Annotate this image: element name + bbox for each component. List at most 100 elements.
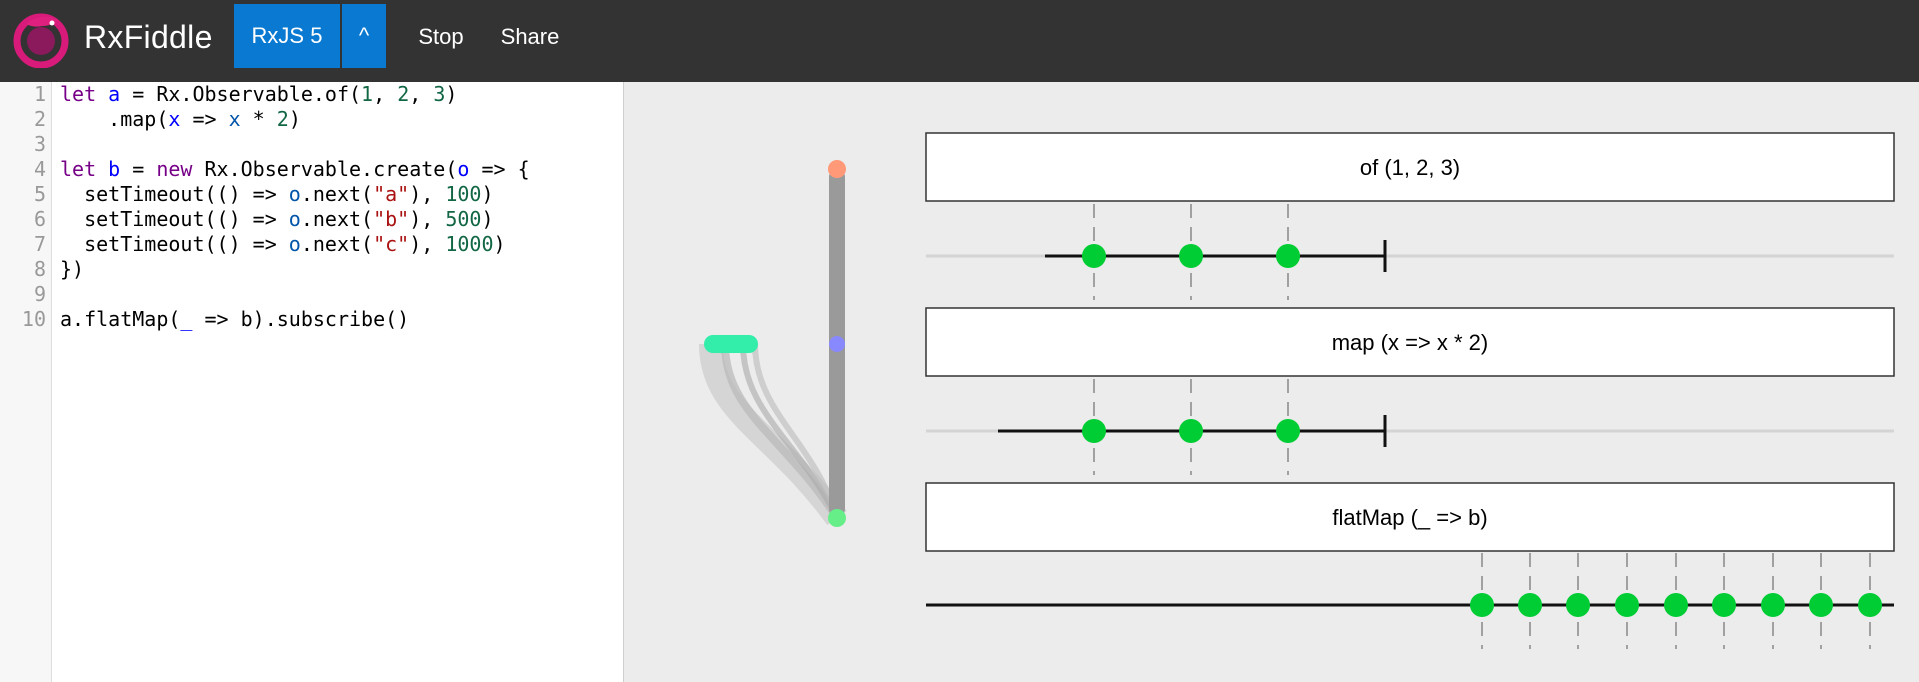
line-number: 7: [33, 232, 46, 256]
event-marble: [1470, 593, 1494, 617]
code-token: =: [120, 157, 157, 181]
code-line[interactable]: setTimeout(() => o.next("c"), 1000): [60, 232, 506, 257]
code-token: _: [180, 307, 193, 331]
line-number: 5: [33, 182, 46, 206]
code-token: "c": [373, 232, 410, 256]
line-number: 3: [33, 132, 46, 156]
code-token: .next(: [300, 182, 374, 206]
code-line[interactable]: a.flatMap(_ => b).subscribe(): [60, 307, 409, 332]
code-token: = Rx.Observable.of(: [120, 82, 362, 106]
code-token: let: [60, 157, 97, 181]
stop-button[interactable]: Stop: [406, 0, 476, 82]
code-token: o: [457, 157, 470, 181]
code-token: o: [288, 207, 301, 231]
code-token: 3: [433, 82, 446, 106]
operator-label: flatMap (_ => b): [1332, 505, 1487, 530]
code-token: let: [60, 82, 97, 106]
code-token: => {: [469, 157, 530, 181]
code-token: ),: [409, 182, 446, 206]
code-token: o: [288, 182, 301, 206]
marble-diagram: of (1, 2, 3) map (x => x * 2) flatMap (_ =…: [699, 132, 1895, 649]
event-marble: [1858, 593, 1882, 617]
event-marble: [1566, 593, 1590, 617]
operators-layer: of (1, 2, 3) map (x => x * 2) flatMap (_ =…: [925, 132, 1895, 649]
code-token: .map(: [60, 107, 169, 131]
code-token: => b).subscribe(): [192, 307, 410, 331]
code-token: ): [288, 107, 301, 131]
code-line[interactable]: setTimeout(() => o.next("b"), 500): [60, 207, 494, 232]
code-token: ),: [409, 207, 446, 231]
line-number: 2: [33, 107, 46, 131]
code-token: new: [156, 157, 193, 181]
event-marble: [1179, 419, 1203, 443]
event-marble: [1082, 419, 1106, 443]
event-marble: [1276, 419, 1300, 443]
share-button[interactable]: Share: [494, 0, 566, 82]
version-dropdown-caret-button[interactable]: ^: [342, 4, 386, 68]
code-line[interactable]: let a = Rx.Observable.of(1, 2, 3): [60, 82, 457, 107]
code-token: 100: [445, 182, 482, 206]
version-select-button[interactable]: RxJS 5: [234, 4, 340, 68]
line-number: 4: [33, 157, 46, 181]
event-marble: [1276, 244, 1300, 268]
code-token: x: [168, 107, 181, 131]
code-token: }): [60, 257, 85, 281]
code-token: *: [240, 107, 277, 131]
code-token: ,: [373, 82, 398, 106]
event-marble: [1712, 593, 1736, 617]
line-number: 8: [33, 257, 46, 281]
event-marble: [1664, 593, 1688, 617]
app-title: RxFiddle: [84, 19, 213, 55]
flatmap-inner-node: [704, 335, 758, 353]
event-marble: [1518, 593, 1542, 617]
line-number: 1: [33, 82, 46, 106]
operator-label: map (x => x * 2): [1332, 330, 1489, 355]
event-marble: [1082, 244, 1106, 268]
code-token: ,: [409, 82, 434, 106]
code-token: ): [481, 182, 494, 206]
code-line[interactable]: }): [60, 257, 84, 282]
code-token: setTimeout(() =>: [60, 232, 289, 256]
code-token: 500: [445, 207, 482, 231]
code-token: ): [481, 207, 494, 231]
code-token: o: [288, 232, 301, 256]
line-number: 6: [33, 207, 46, 231]
code-line[interactable]: .map(x => x * 2): [60, 107, 301, 132]
code-token: a: [108, 82, 121, 106]
line-number: 9: [33, 282, 46, 306]
event-marble: [1179, 244, 1203, 268]
code-token: setTimeout(() =>: [60, 207, 289, 231]
code-token: x: [228, 107, 241, 131]
top-toolbar: RxFiddle RxJS 5 ^ Stop Share: [0, 0, 1919, 82]
code-line[interactable]: setTimeout(() => o.next("a"), 100): [60, 182, 494, 207]
code-token: ): [445, 82, 458, 106]
operator-label: of (1, 2, 3): [1360, 155, 1460, 180]
line-number: 10: [21, 307, 46, 331]
dataflow-graph: [699, 160, 847, 527]
code-token: b: [108, 157, 121, 181]
event-marble: [1615, 593, 1639, 617]
code-token: 2: [397, 82, 410, 106]
code-token: =>: [180, 107, 229, 131]
rxjs-logo-icon: [13, 13, 69, 68]
code-token: ): [493, 232, 506, 256]
code-editor[interactable]: 1 let a = Rx.Observable.of(1, 2, 3) 2 .map…: [0, 82, 624, 682]
code-token: .next(: [300, 232, 374, 256]
code-token: ),: [409, 232, 446, 256]
visualization-panel: of (1, 2, 3) map (x => x * 2) flatMap (_ =…: [625, 82, 1919, 682]
code-token: "b": [373, 207, 410, 231]
code-token: setTimeout(() =>: [60, 182, 289, 206]
flow-end-node: [828, 509, 846, 527]
event-marble: [1809, 593, 1833, 617]
code-token: 1: [361, 82, 374, 106]
flow-start-node: [828, 160, 846, 178]
code-line[interactable]: let b = new Rx.Observable.create(o => {: [60, 157, 530, 182]
code-token: Rx.Observable.create(: [192, 157, 458, 181]
event-marble: [1761, 593, 1785, 617]
code-token: .next(: [300, 207, 374, 231]
code-token: "a": [373, 182, 410, 206]
code-token: 1000: [445, 232, 494, 256]
code-token: a.flatMap(: [60, 307, 181, 331]
